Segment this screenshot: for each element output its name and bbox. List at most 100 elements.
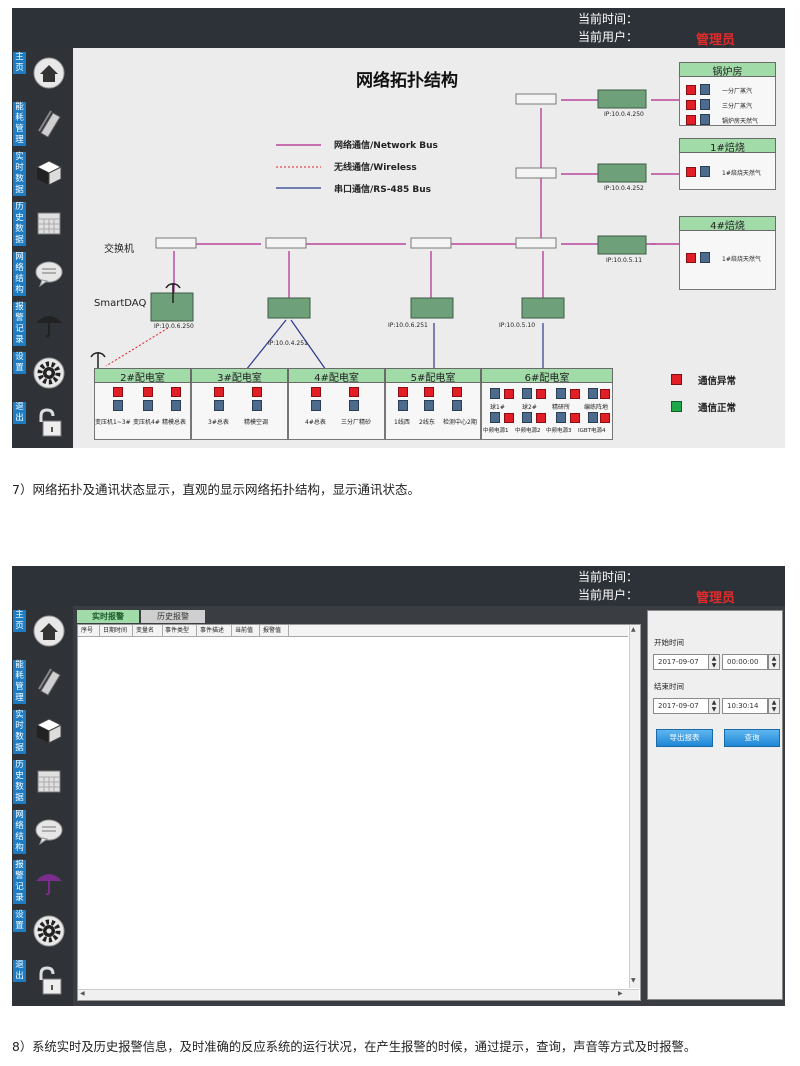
room-2: 2#配电室 变压机1~3# 变压机4# 精模总表 <box>94 368 191 440</box>
wireless-line <box>105 327 169 367</box>
sidebar-item-umbrella[interactable]: 报警记录 <box>12 300 73 351</box>
start-time-input[interactable]: 00:00:00 <box>722 654 768 670</box>
status-normal-label: 通信正常 <box>698 403 737 414</box>
device-label: 1线西 <box>394 419 410 426</box>
query-button[interactable]: 查询 <box>724 729 780 747</box>
sidebar-item-chat[interactable]: 网络结构 <box>12 250 73 301</box>
sidebar-item-label: 主页 <box>13 610 26 632</box>
column-header[interactable]: 变量名 <box>136 625 154 636</box>
export-report-button[interactable]: 导出报表 <box>656 729 713 747</box>
alarm-content: 实时报警 历史报警 序号 日期时间 变量名 事件类型 事件描述 当前值 报警值 … <box>73 606 643 1006</box>
sidebar-item-chat[interactable]: 网络结构 <box>12 808 73 859</box>
device-label: IGBT电源4 <box>578 428 606 434</box>
network-bus-lines <box>173 99 679 298</box>
room-title: 6#配电室 <box>481 368 613 384</box>
legend-rs485: 串口通信/RS-485 Bus <box>334 185 431 195</box>
device-label: 1#焙烧天然气 <box>722 256 761 263</box>
current-user-label: 当前用户： <box>578 588 639 602</box>
start-time-stepper[interactable]: ▲ ▼ <box>768 654 780 670</box>
room-title: 3#配电室 <box>191 368 288 384</box>
sidebar-item-umbrella[interactable]: 报警记录 <box>12 858 73 909</box>
sidebar-item-gear[interactable]: 设置 <box>12 908 73 959</box>
column-header[interactable]: 日期时间 <box>103 625 127 636</box>
end-date-input[interactable]: 2017-09-07 <box>653 698 709 714</box>
box-title: 1#焙烧 <box>679 138 776 154</box>
tab-realtime-alarm[interactable]: 实时报警 <box>77 610 139 623</box>
smartdaq-label: SmartDAQ <box>94 298 147 309</box>
sidebar-item-cube[interactable]: 实时数据 <box>12 708 73 759</box>
device-label: 1#焙烧天然气 <box>722 170 761 177</box>
column-header[interactable]: 序号 <box>81 625 93 636</box>
caption-topology: 7）网络拓扑及通讯状态显示，直观的显示网络拓扑结构，显示通讯状态。 <box>12 482 420 497</box>
device-label: 三分厂精砂 <box>341 419 372 426</box>
chat-icon <box>33 257 65 289</box>
scroll-down-icon[interactable]: ▼ <box>631 977 636 984</box>
device-label: 中频电源2 <box>515 428 541 434</box>
vertical-scrollbar[interactable]: ▲ ▼ <box>629 625 640 988</box>
home-icon <box>33 615 65 647</box>
device-label: 精模总表 <box>162 419 187 426</box>
device-label: 2线东 <box>419 419 435 426</box>
sidebar-item-cube[interactable]: 实时数据 <box>12 150 73 201</box>
sidebar-item-label: 网络结构 <box>13 252 26 296</box>
end-time-input[interactable]: 10:30:14 <box>722 698 768 714</box>
end-date-stepper[interactable]: ▲ ▼ <box>708 698 720 714</box>
sidebar-item-label: 历史数据 <box>13 202 26 246</box>
switch-label: 交换机 <box>104 244 134 255</box>
sidebar-item-exit[interactable]: 退出 <box>12 958 73 1006</box>
device-label: 精模空调 <box>244 419 269 426</box>
scroll-right-icon[interactable]: ▶ <box>618 990 623 997</box>
sidebar-item-label: 报警记录 <box>13 302 26 346</box>
start-date-stepper[interactable]: ▲ ▼ <box>708 654 720 670</box>
end-time-stepper[interactable]: ▲ ▼ <box>768 698 780 714</box>
column-header[interactable]: 报警值 <box>263 625 281 636</box>
sidebar-item-label: 退出 <box>13 402 26 424</box>
sidebar-item-label: 实时数据 <box>13 710 26 754</box>
current-user-label: 当前用户： <box>578 30 639 44</box>
device-label: 变压机4# <box>133 419 160 426</box>
top-bar: 当前时间： 当前用户： 管理员 <box>12 8 785 48</box>
scroll-left-icon[interactable]: ◀ <box>80 990 85 997</box>
column-header[interactable]: 事件描述 <box>200 625 224 636</box>
start-time-label: 开始时间 <box>654 638 684 647</box>
roasting1-box: 1#焙烧 1#焙烧天然气 <box>679 138 776 190</box>
sidebar-item-gear[interactable]: 设置 <box>12 350 73 401</box>
sidebar-item-exit[interactable]: 退出 <box>12 400 73 448</box>
ip-label: IP:10.0.6.250 <box>154 323 194 330</box>
home-icon <box>33 57 65 89</box>
tab-history-alarm[interactable]: 历史报警 <box>141 610 205 623</box>
sidebar-item-label: 主页 <box>13 52 26 74</box>
sidebar-item-book[interactable]: 能耗管理 <box>12 658 73 709</box>
room-3: 3#配电室 3#总表 精模空调 <box>191 368 288 440</box>
current-user-value: 管理员 <box>696 591 736 606</box>
gear-icon <box>33 915 65 947</box>
device-label: 检测中心2期 <box>443 419 477 426</box>
calendar-icon <box>33 765 65 797</box>
scroll-up-icon[interactable]: ▲ <box>631 626 636 633</box>
calendar-icon <box>33 207 65 239</box>
sidebar-item-calendar[interactable]: 历史数据 <box>12 200 73 251</box>
topology-screen: 当前时间： 当前用户： 管理员 主页能耗管理 实时数据 历史数据网络结构报警记录设置… <box>12 8 785 448</box>
horizontal-scrollbar[interactable]: ◀ ▶ <box>78 989 639 1000</box>
column-header[interactable]: 当前值 <box>235 625 253 636</box>
room-title: 5#配电室 <box>385 368 481 384</box>
sidebar-item-home[interactable]: 主页 <box>12 50 73 101</box>
ip-label: IP:10.0.5.10 <box>499 322 536 329</box>
start-date-input[interactable]: 2017-09-07 <box>653 654 709 670</box>
status-normal-swatch <box>671 401 682 412</box>
end-time-label: 结束时间 <box>654 682 684 691</box>
room-5: 5#配电室 1线西 2线东 检测中心2期 <box>385 368 481 440</box>
sidebar: 主页能耗管理 实时数据 历史数据网络结构报警记录设置 退出 <box>12 48 73 448</box>
sidebar-item-book[interactable]: 能耗管理 <box>12 100 73 151</box>
sidebar-item-calendar[interactable]: 历史数据 <box>12 758 73 809</box>
status-abnormal-swatch <box>671 374 682 385</box>
chat-icon <box>33 815 65 847</box>
column-header[interactable]: 事件类型 <box>165 625 189 636</box>
device-label: 三分厂蒸汽 <box>722 103 753 110</box>
current-time-label: 当前时间： <box>578 12 639 26</box>
ip-label: IP:10.0.4.251 <box>268 340 308 347</box>
exit-icon <box>33 407 65 439</box>
device-label: 锅炉房天然气 <box>722 118 759 125</box>
device-label: 编练阵地 <box>584 404 609 411</box>
sidebar-item-home[interactable]: 主页 <box>12 608 73 659</box>
